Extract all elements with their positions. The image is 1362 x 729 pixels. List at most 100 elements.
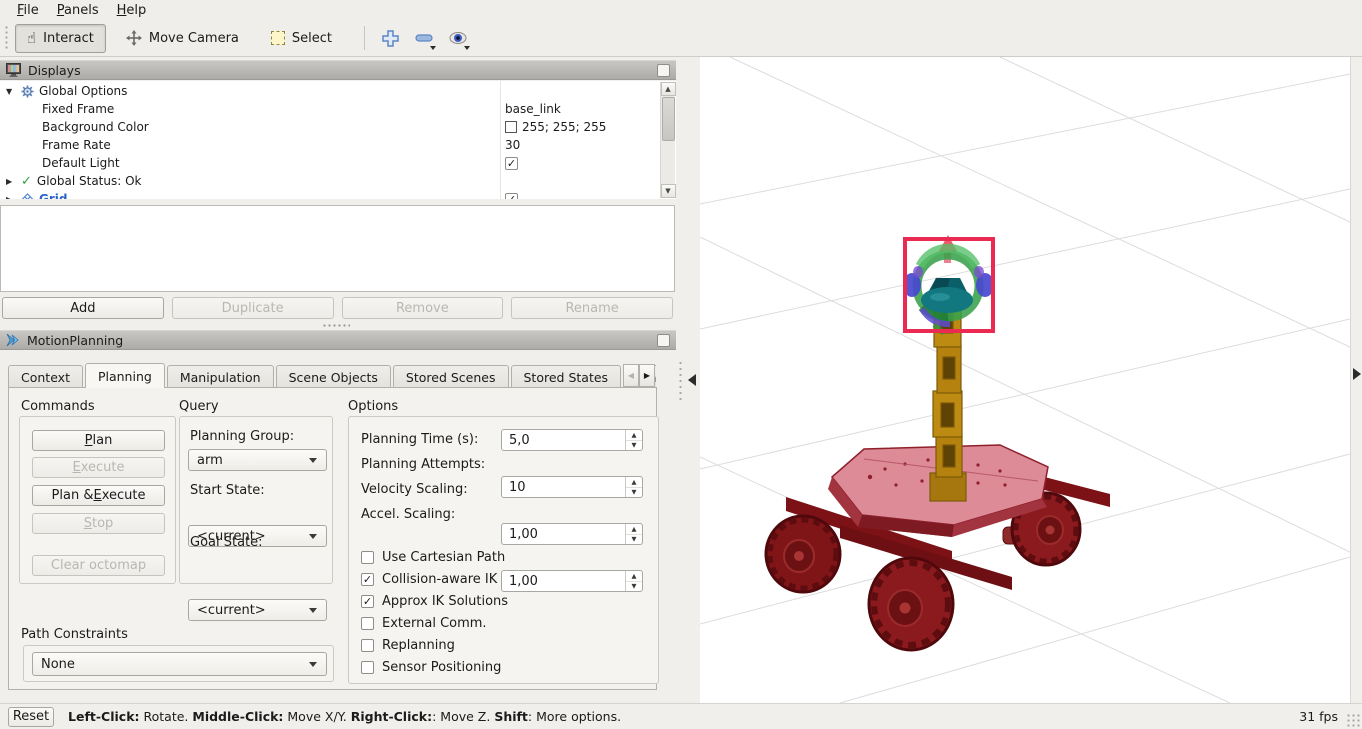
sensor-positioning-checkbox[interactable] xyxy=(361,661,374,674)
tree-row-fixed-frame[interactable]: Fixed Frame base_link xyxy=(0,100,676,118)
interact-hand-icon: ☝ xyxy=(27,28,37,47)
tab-scene-objects[interactable]: Scene Objects xyxy=(275,365,391,388)
approx-ik-solutions-checkbox[interactable]: ✓ xyxy=(361,595,374,608)
grid-checkbox[interactable]: ✓ xyxy=(505,192,518,199)
3d-viewport[interactable] xyxy=(699,56,1351,704)
scrollbar-thumb[interactable] xyxy=(661,97,675,141)
menu-file[interactable]: File xyxy=(8,2,48,19)
spin-arrows-icon[interactable]: ▲ ▼ xyxy=(625,571,642,591)
toolbar-drag-handle[interactable] xyxy=(4,25,9,51)
accel-scaling-spinbox[interactable]: 1,00 ▲ ▼ xyxy=(501,570,643,592)
tree-row-global-options[interactable]: ▼ Global Options xyxy=(0,82,676,100)
tab-context[interactable]: Context xyxy=(8,365,83,388)
execute-button[interactable]: Execute xyxy=(32,457,165,478)
displays-buttons-row: Add Duplicate Remove Rename xyxy=(2,297,673,319)
gear-icon xyxy=(21,85,34,97)
velocity-scaling-spinbox[interactable]: 1,00 ▲ ▼ xyxy=(501,523,643,545)
viewport-canvas[interactable] xyxy=(699,56,1351,704)
displays-tree: ▼ Global Options Fixed Frame base_link B… xyxy=(0,81,676,199)
tree-label: Fixed Frame xyxy=(42,102,115,116)
eye-icon xyxy=(449,32,467,44)
plan-button[interactable]: Plan xyxy=(32,430,165,451)
planning-time-label: Planning Time (s): xyxy=(361,432,479,447)
tree-scrollbar[interactable]: ▲ ▼ xyxy=(660,82,676,198)
expander-right-icon[interactable]: ▶ xyxy=(6,195,16,200)
stop-button[interactable]: Stop xyxy=(32,513,165,534)
tabs-scroll-left-icon[interactable]: ◀ xyxy=(623,364,639,387)
ground-grid xyxy=(699,56,1351,704)
tabs-scroll-right-icon[interactable]: ▶ xyxy=(639,364,655,387)
external-comm-row: External Comm. xyxy=(361,616,487,631)
fixed-frame-value[interactable]: base_link xyxy=(505,102,561,116)
menu-help[interactable]: Help xyxy=(108,2,156,19)
rename-display-button[interactable]: Rename xyxy=(511,297,673,319)
default-light-checkbox[interactable]: ✓ xyxy=(505,156,518,170)
path-constraints-combo[interactable]: None xyxy=(32,652,327,676)
tree-row-default-light[interactable]: Default Light ✓ xyxy=(0,154,676,172)
external-comm-checkbox[interactable] xyxy=(361,617,374,630)
reset-button[interactable]: Reset xyxy=(8,706,54,727)
tab-manipulation[interactable]: Manipulation xyxy=(166,365,274,388)
plan-and-execute-button[interactable]: Plan & Execute xyxy=(32,485,165,506)
spin-arrows-icon[interactable]: ▲ ▼ xyxy=(625,477,642,497)
motionplanning-icon xyxy=(6,333,19,347)
commands-section-label: Commands xyxy=(21,399,95,414)
planning-attempts-label: Planning Attempts: xyxy=(361,457,486,472)
motionplanning-panel-header[interactable]: MotionPlanning xyxy=(0,330,676,350)
background-color-value[interactable]: 255; 255; 255 xyxy=(505,120,606,134)
tab-stored-states[interactable]: Stored States xyxy=(510,365,622,388)
end-effector xyxy=(921,278,973,313)
add-display-button[interactable]: Add xyxy=(2,297,164,319)
displays-panel-hide-button[interactable] xyxy=(657,63,670,77)
tree-row-grid[interactable]: ▶ Grid ✓ xyxy=(0,190,676,199)
expander-right-icon[interactable]: ▶ xyxy=(6,177,16,186)
path-constraints-label: Path Constraints xyxy=(21,627,128,642)
interactive-marker[interactable] xyxy=(903,235,995,335)
use-cartesian-path-checkbox[interactable] xyxy=(361,551,374,564)
menu-panels[interactable]: Panels xyxy=(48,2,108,19)
planning-attempts-spinbox[interactable]: 10 ▲ ▼ xyxy=(501,476,643,498)
tree-row-frame-rate[interactable]: Frame Rate 30 xyxy=(0,136,676,154)
spin-arrows-icon[interactable]: ▲ ▼ xyxy=(625,524,642,544)
remove-display-button[interactable]: Remove xyxy=(341,297,504,319)
menubar: File Panels Help xyxy=(0,0,1362,20)
remove-tool-button[interactable] xyxy=(411,25,437,51)
resize-grip[interactable] xyxy=(1346,713,1360,727)
collapse-left-icon[interactable] xyxy=(688,374,696,386)
scroll-up-icon[interactable]: ▲ xyxy=(660,82,676,96)
tab-planning[interactable]: Planning xyxy=(84,363,165,388)
add-tool-button[interactable] xyxy=(377,25,403,51)
tree-label: Background Color xyxy=(42,120,149,134)
collapse-right-icon[interactable] xyxy=(1353,368,1361,380)
planning-group-combo[interactable]: arm xyxy=(188,449,327,471)
goal-state-combo[interactable]: <current> xyxy=(188,599,327,621)
panel-splitter-handle[interactable] xyxy=(322,323,350,328)
displays-monitor-icon xyxy=(6,63,21,77)
frame-rate-value[interactable]: 30 xyxy=(505,138,520,152)
clear-octomap-button[interactable]: Clear octomap xyxy=(32,555,165,576)
tab-stored-scenes[interactable]: Stored Scenes xyxy=(392,365,509,388)
query-section-label: Query xyxy=(179,399,219,414)
interact-tool-button[interactable]: ☝ Interact xyxy=(15,23,106,53)
tree-row-background-color[interactable]: Background Color 255; 255; 255 xyxy=(0,118,676,136)
motionplanning-panel-hide-button[interactable] xyxy=(657,333,670,347)
start-state-label: Start State: xyxy=(190,483,265,498)
camera-focus-tool-button[interactable] xyxy=(445,25,471,51)
remove-tool-caret-icon xyxy=(430,46,436,50)
spin-arrows-icon[interactable]: ▲ ▼ xyxy=(625,430,642,450)
move-camera-tool-button[interactable]: Move Camera xyxy=(114,24,251,53)
duplicate-display-button[interactable]: Duplicate xyxy=(171,297,334,319)
right-panel-strip[interactable] xyxy=(1350,57,1362,703)
expander-down-icon[interactable]: ▼ xyxy=(6,87,16,96)
viewport-splitter[interactable] xyxy=(676,57,700,703)
planning-time-spinbox[interactable]: 5,0 ▲ ▼ xyxy=(501,429,643,451)
select-tool-button[interactable]: Select xyxy=(259,24,344,53)
collision-aware-ik-checkbox[interactable]: ✓ xyxy=(361,573,374,586)
tree-label: Grid xyxy=(39,192,68,199)
display-description-box xyxy=(0,205,675,292)
scroll-down-icon[interactable]: ▼ xyxy=(660,184,676,198)
tree-row-global-status[interactable]: ▶ ✓ Global Status: Ok xyxy=(0,172,676,190)
displays-panel-header[interactable]: Displays xyxy=(0,60,676,80)
use-cartesian-path-row: Use Cartesian Path xyxy=(361,550,505,565)
replanning-checkbox[interactable] xyxy=(361,639,374,652)
